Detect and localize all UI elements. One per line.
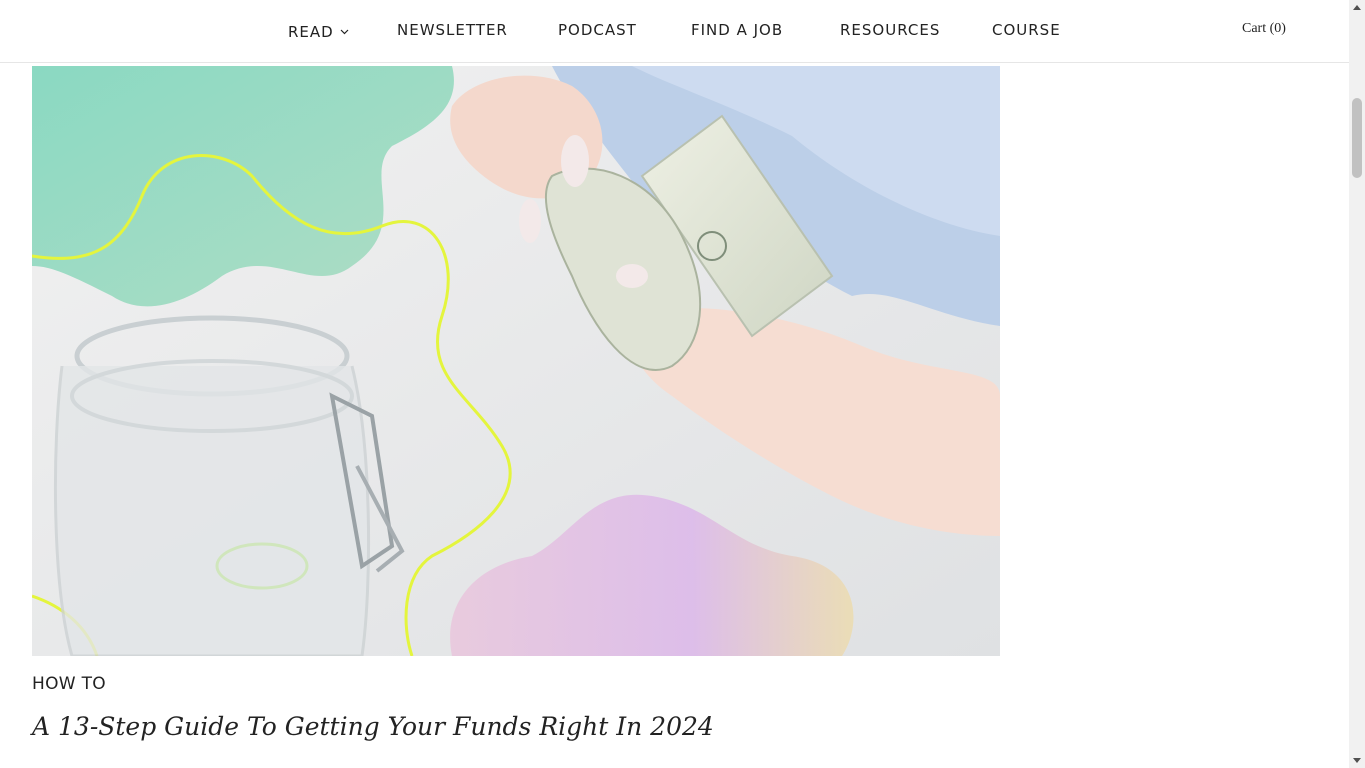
- scroll-up-icon[interactable]: [1353, 5, 1361, 10]
- article-hero-image[interactable]: [32, 66, 1000, 656]
- nav-item-read[interactable]: READ: [288, 21, 349, 41]
- nav-item-label: READ: [288, 23, 334, 41]
- article-title[interactable]: A 13-Step Guide To Getting Your Funds Ri…: [32, 712, 714, 741]
- page-scrollbar[interactable]: [1349, 0, 1365, 768]
- cart-link[interactable]: Cart (0): [1242, 21, 1286, 37]
- nav-item-find-a-job[interactable]: FIND A JOB: [691, 21, 783, 39]
- nav-item-resources[interactable]: RESOURCES: [840, 21, 940, 39]
- nav-item-course[interactable]: COURSE: [992, 21, 1061, 39]
- chevron-down-icon: [340, 21, 349, 39]
- top-navigation: READ NEWSLETTER PODCAST FIND A JOB RESOU…: [0, 0, 1349, 63]
- scroll-thumb[interactable]: [1352, 98, 1362, 178]
- nav-item-newsletter[interactable]: NEWSLETTER: [397, 21, 508, 39]
- hero-illustration: [32, 66, 1000, 656]
- article-category[interactable]: HOW TO: [32, 674, 106, 694]
- nav-item-podcast[interactable]: PODCAST: [558, 21, 637, 39]
- scroll-down-icon[interactable]: [1353, 758, 1361, 763]
